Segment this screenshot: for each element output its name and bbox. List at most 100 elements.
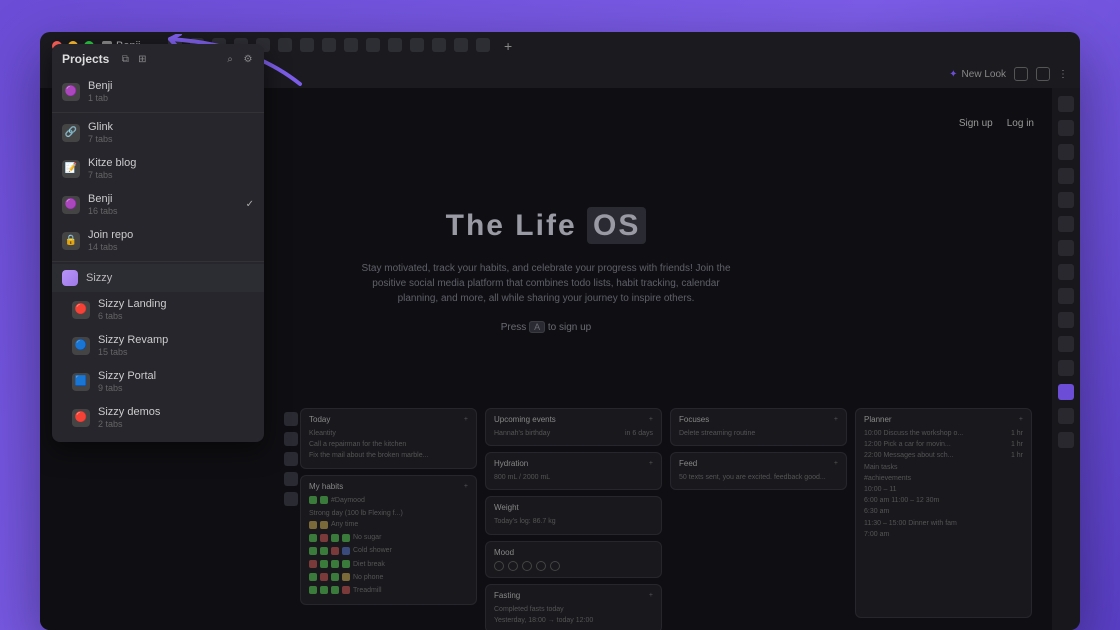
project-icon: 📝 <box>62 160 80 178</box>
add-icon[interactable]: + <box>649 460 653 467</box>
group-name: Sizzy <box>86 272 112 284</box>
rail-icon[interactable] <box>1058 120 1074 136</box>
toolbar-icon[interactable] <box>432 38 446 52</box>
rail-icon[interactable] <box>1058 240 1074 256</box>
focuses-card: Focuses+ Delete streaming routine <box>670 408 847 446</box>
extension-icon[interactable] <box>1036 67 1050 81</box>
rail-icon[interactable] <box>1058 96 1074 112</box>
subproject-item[interactable]: 🔵 Sizzy Revamp15 tabs <box>52 328 264 364</box>
gear-icon[interactable]: ⚙ <box>242 53 254 65</box>
new-look-button[interactable]: ✦ New Look <box>949 69 1006 80</box>
project-group[interactable]: Sizzy <box>52 264 264 292</box>
panel-icon[interactable] <box>1014 67 1028 81</box>
add-tab-icon[interactable]: + <box>504 38 512 54</box>
project-icon: 🔗 <box>62 124 80 142</box>
fasting-card: Fasting+ Completed fasts today Yesterday… <box>485 584 662 630</box>
habits-card: My habits+ #Daymood Strong day (100 lb F… <box>300 475 477 606</box>
planner-row: 6:30 am <box>864 506 1023 517</box>
planner-row: Main tasks <box>864 462 1023 473</box>
rail-icon[interactable] <box>1058 288 1074 304</box>
planner-card: Planner+ 10:00 Discuss the workshop o...… <box>855 408 1032 618</box>
menu-icon[interactable]: ⋮ <box>1058 69 1068 80</box>
rail-icon[interactable] <box>1058 312 1074 328</box>
dashboard-cards: Today+ Kleantity Call a repairman for th… <box>300 408 1032 630</box>
strip-icon[interactable] <box>284 432 298 446</box>
toolbar-icon[interactable] <box>454 38 468 52</box>
planner-row: #achievements <box>864 473 1023 484</box>
project-item[interactable]: 🔒 Join repo14 tabs <box>52 223 264 259</box>
add-icon[interactable]: + <box>834 416 838 423</box>
strip-icon[interactable] <box>284 452 298 466</box>
key-hint: A <box>529 321 545 333</box>
login-link[interactable]: Log in <box>1007 118 1034 129</box>
rail-icon[interactable] <box>1058 408 1074 424</box>
right-rail <box>1052 88 1080 630</box>
planner-row: 7:00 am <box>864 529 1023 540</box>
group-icon <box>62 270 78 286</box>
hydration-card: Hydration+ 800 mL / 2000 mL <box>485 452 662 490</box>
rail-icon-active[interactable] <box>1058 384 1074 400</box>
feed-card: Feed+ 50 texts sent, you are excited. fe… <box>670 452 847 490</box>
add-icon[interactable]: + <box>834 460 838 467</box>
toolbar-icon[interactable] <box>278 38 292 52</box>
planner-row: 10:00 – 11 <box>864 484 1023 495</box>
toolbar-icon[interactable] <box>344 38 358 52</box>
subproject-item[interactable]: 🟦 Sizzy Portal9 tabs <box>52 364 264 400</box>
rail-icon[interactable] <box>1058 336 1074 352</box>
app-window: Benji ▾ + ✦ New Look ⋮ <box>40 32 1080 630</box>
planner-row: 22:00 Messages about sch...1 hr <box>864 450 1023 461</box>
add-icon[interactable]: + <box>649 592 653 599</box>
project-icon: 🔵 <box>72 337 90 355</box>
toolbar-icon[interactable] <box>366 38 380 52</box>
planner-row: 11:30 – 15:00 Dinner with fam <box>864 518 1023 529</box>
search-icon[interactable]: ⌕ <box>224 53 236 65</box>
weight-card: Weight Today's log: 86.7 kg <box>485 496 662 534</box>
project-icon: 🟣 <box>62 196 80 214</box>
rail-icon[interactable] <box>1058 360 1074 376</box>
rail-icon[interactable] <box>1058 432 1074 448</box>
panel-header: Projects ⧉ ⊞ ⌕ ⚙ <box>52 44 264 74</box>
toolbar-icon[interactable] <box>300 38 314 52</box>
strip-icon[interactable] <box>284 472 298 486</box>
rail-icon[interactable] <box>1058 216 1074 232</box>
projects-panel: Projects ⧉ ⊞ ⌕ ⚙ 🟣 Benji1 tab 🔗 Glink7 t… <box>52 44 264 442</box>
subproject-item[interactable]: 🔴 Sizzy Landing6 tabs <box>52 292 264 328</box>
planner-row: 10:00 Discuss the workshop o...1 hr <box>864 428 1023 439</box>
add-icon[interactable]: + <box>464 483 468 490</box>
strip-icon[interactable] <box>284 412 298 426</box>
planner-row: 6:00 am 11:00 – 12 30m <box>864 495 1023 506</box>
project-item[interactable]: 🟣 Benji16 tabs ✓ <box>52 187 264 223</box>
panel-title: Projects <box>62 52 109 66</box>
add-icon[interactable]: + <box>1019 416 1023 423</box>
toolbar-icon[interactable] <box>322 38 336 52</box>
signup-link[interactable]: Sign up <box>959 118 993 129</box>
mood-card: Mood <box>485 541 662 578</box>
mini-sidebar <box>284 412 300 506</box>
project-icon: 🟦 <box>72 373 90 391</box>
add-icon[interactable]: + <box>649 416 653 423</box>
strip-icon[interactable] <box>284 492 298 506</box>
copy-icon[interactable]: ⧉ <box>119 53 131 65</box>
hero-description: Stay motivated, track your habits, and c… <box>356 261 736 306</box>
project-item[interactable]: 📝 Kitze blog7 tabs <box>52 151 264 187</box>
today-card: Today+ Kleantity Call a repairman for th… <box>300 408 477 469</box>
toolbar-icon[interactable] <box>410 38 424 52</box>
add-icon[interactable]: + <box>464 416 468 423</box>
os-pill: OS <box>587 207 646 244</box>
rail-icon[interactable] <box>1058 168 1074 184</box>
upcoming-card: Upcoming events+ Hannah's birthday in 6 … <box>485 408 662 446</box>
project-icon: 🟣 <box>62 83 80 101</box>
rail-icon[interactable] <box>1058 264 1074 280</box>
rail-icon[interactable] <box>1058 192 1074 208</box>
new-folder-icon[interactable]: ⊞ <box>136 53 148 65</box>
project-icon: 🔒 <box>62 232 80 250</box>
subproject-item[interactable]: 🔴 Sizzy demos2 tabs <box>52 400 264 436</box>
rail-icon[interactable] <box>1058 144 1074 160</box>
toolbar-icon[interactable] <box>476 38 490 52</box>
project-item[interactable]: 🟣 Benji1 tab <box>52 74 264 110</box>
project-item[interactable]: 🔗 Glink7 tabs <box>52 115 264 151</box>
project-icon: 🔴 <box>72 301 90 319</box>
project-icon: 🔴 <box>72 409 90 427</box>
check-icon: ✓ <box>246 199 254 210</box>
toolbar-icon[interactable] <box>388 38 402 52</box>
